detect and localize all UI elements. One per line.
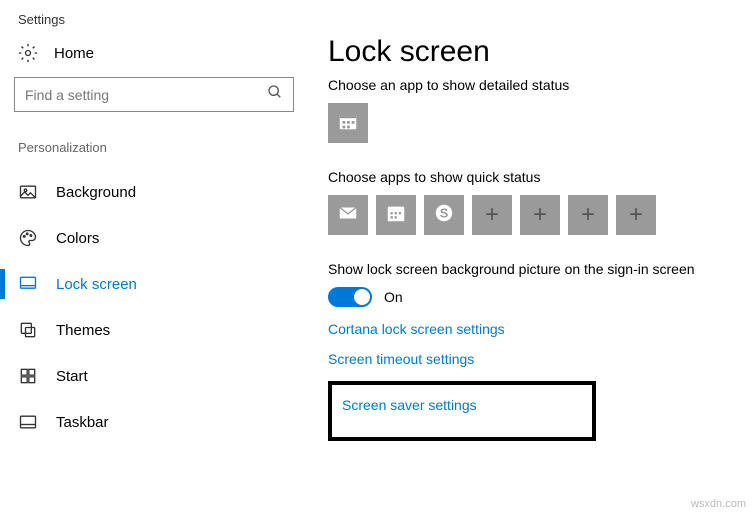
skype-icon: S (433, 202, 455, 229)
search-field[interactable] (25, 87, 267, 103)
watermark: wsxdn.com (691, 498, 746, 510)
sidebar-item-themes[interactable]: Themes (14, 307, 320, 353)
plus-icon: + (629, 203, 643, 227)
plus-icon: + (581, 203, 595, 227)
calendar-icon (385, 202, 407, 229)
link-timeout-settings[interactable]: Screen timeout settings (328, 351, 474, 367)
quick-status-app-calendar[interactable] (376, 195, 416, 235)
plus-icon: + (533, 203, 547, 227)
sidebar-item-taskbar[interactable]: Taskbar (14, 399, 320, 445)
svg-text:S: S (440, 205, 449, 220)
home-label: Home (54, 45, 94, 62)
detailed-status-caption: Choose an app to show detailed status (328, 77, 695, 93)
signin-picture-caption: Show lock screen background picture on t… (328, 261, 695, 277)
quick-status-add-slot[interactable]: + (520, 195, 560, 235)
page-title: Lock screen (328, 35, 695, 69)
search-input[interactable] (14, 77, 294, 112)
mail-icon (337, 202, 359, 229)
monitor-icon (18, 274, 38, 294)
plus-icon: + (485, 203, 499, 227)
palette-icon (18, 228, 38, 248)
quick-status-app-mail[interactable] (328, 195, 368, 235)
detailed-status-app-calendar[interactable] (328, 103, 368, 143)
nav-label: Themes (56, 322, 110, 339)
quick-status-app-skype[interactable]: S (424, 195, 464, 235)
toggle-state-label: On (384, 289, 403, 305)
section-header: Personalization (14, 140, 320, 155)
sidebar-item-start[interactable]: Start (14, 353, 320, 399)
link-screensaver-settings[interactable]: Screen saver settings (342, 397, 477, 413)
nav-label: Background (56, 184, 136, 201)
brush-icon (18, 320, 38, 340)
gear-icon (18, 43, 38, 63)
search-icon (267, 84, 283, 105)
nav-label: Colors (56, 230, 99, 247)
nav-label: Lock screen (56, 276, 137, 293)
main-content: Lock screen Choose an app to show detail… (320, 35, 703, 445)
sidebar-item-lock-screen[interactable]: Lock screen (14, 261, 320, 307)
taskbar-icon (18, 412, 38, 432)
picture-icon (18, 182, 38, 202)
home-button[interactable]: Home (14, 35, 320, 77)
nav-label: Taskbar (56, 414, 109, 431)
highlighted-box: Screen saver settings (328, 381, 596, 441)
quick-status-add-slot[interactable]: + (568, 195, 608, 235)
grid-icon (18, 366, 38, 386)
quick-status-add-slot[interactable]: + (616, 195, 656, 235)
sidebar-item-background[interactable]: Background (14, 169, 320, 215)
window-title: Settings (0, 0, 752, 35)
link-cortana-settings[interactable]: Cortana lock screen settings (328, 321, 505, 337)
nav-label: Start (56, 368, 88, 385)
quick-status-add-slot[interactable]: + (472, 195, 512, 235)
quick-status-caption: Choose apps to show quick status (328, 169, 695, 185)
sidebar-item-colors[interactable]: Colors (14, 215, 320, 261)
sidebar: Home Personalization Background (0, 35, 320, 445)
calendar-icon (337, 110, 359, 137)
signin-picture-toggle[interactable] (328, 287, 372, 307)
